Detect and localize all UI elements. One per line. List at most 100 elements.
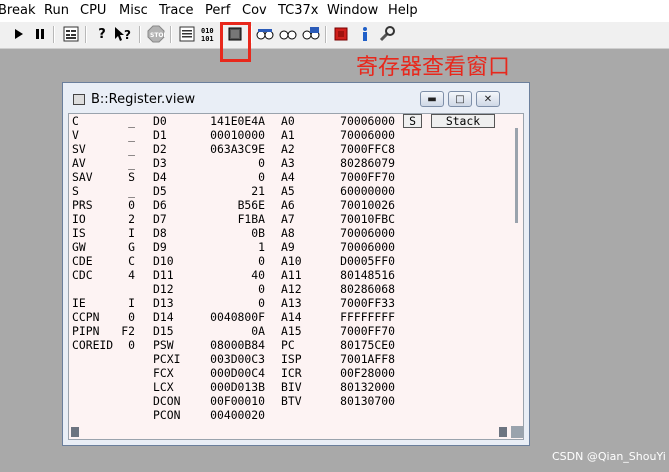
flag-name[interactable]: GW [72,240,86,254]
address-register-value[interactable]: 80286068 [325,282,395,296]
flag-value[interactable]: _ [99,142,135,156]
flag-name[interactable]: C [72,114,79,128]
flag-value[interactable]: I [99,296,135,310]
menu-tc37x[interactable]: TC37x [278,3,319,18]
stop-icon[interactable]: STOP [147,25,165,43]
address-register-name[interactable]: A12 [281,282,302,296]
menu-cpu[interactable]: CPU [80,3,106,18]
data-register-value[interactable]: 0 [195,156,265,170]
address-register-value[interactable]: 60000000 [325,184,395,198]
flag-value[interactable]: _ [99,128,135,142]
data-register-value[interactable]: 141E0E4A [195,114,265,128]
flag-value[interactable]: 4 [99,268,135,282]
data-register-name[interactable]: PSW [153,338,174,352]
address-register-value[interactable]: 80175CE0 [325,338,395,352]
address-register-name[interactable]: A13 [281,296,302,310]
data-register-name[interactable]: D6 [153,198,167,212]
data-register-name[interactable]: LCX [153,380,174,394]
go-icon[interactable] [10,25,28,43]
scroll-right-icon[interactable] [499,427,507,437]
address-register-value[interactable]: 7000FF70 [325,170,395,184]
flag-value[interactable]: 0 [99,338,135,352]
flag-name[interactable]: IS [72,226,86,240]
view-stack-icon[interactable] [256,25,274,43]
address-register-name[interactable]: A9 [281,240,295,254]
data-register-value[interactable]: 063A3C9E [195,142,265,156]
address-register-name[interactable]: PC [281,338,295,352]
data-register-name[interactable]: D2 [153,142,167,156]
data-register-name[interactable]: D13 [153,296,174,310]
data-register-name[interactable]: D1 [153,128,167,142]
address-register-value[interactable]: 7000FF70 [325,324,395,338]
address-register-name[interactable]: ICR [281,366,302,380]
data-register-value[interactable]: 21 [195,184,265,198]
flag-name[interactable]: S [72,184,79,198]
address-register-name[interactable]: A11 [281,268,302,282]
window-titlebar[interactable]: B::Register.view ▬ □ ✕ [63,83,529,113]
flag-value[interactable]: _ [99,184,135,198]
address-register-name[interactable]: A14 [281,310,302,324]
menu-window[interactable]: Window [327,3,378,18]
menu-trace[interactable]: Trace [159,3,194,18]
data-register-name[interactable]: D7 [153,212,167,226]
data-register-name[interactable]: D14 [153,310,174,324]
menu-help[interactable]: Help [388,3,418,18]
flag-name[interactable]: IE [72,296,86,310]
address-register-name[interactable]: A15 [281,324,302,338]
data-register-value[interactable]: 00010000 [195,128,265,142]
data-register-name[interactable]: PCON [153,408,180,422]
address-register-value[interactable]: 70006000 [325,240,395,254]
address-register-value[interactable]: 80286079 [325,156,395,170]
address-register-value[interactable]: 80132000 [325,380,395,394]
address-register-value[interactable]: 70010026 [325,198,395,212]
menu-perf[interactable]: Perf [205,3,230,18]
data-register-name[interactable]: D5 [153,184,167,198]
address-register-value[interactable]: 7000FFC8 [325,142,395,156]
address-register-name[interactable]: A8 [281,226,295,240]
address-register-value[interactable]: 70006000 [325,226,395,240]
address-register-name[interactable]: BTV [281,394,302,408]
address-register-value[interactable]: 7001AFF8 [325,352,395,366]
address-register-value[interactable]: 00F28000 [325,366,395,380]
data-register-name[interactable]: D10 [153,254,174,268]
address-register-name[interactable]: A1 [281,128,295,142]
address-register-name[interactable]: A7 [281,212,295,226]
maximize-button[interactable]: □ [448,91,472,107]
data-register-value[interactable]: 0 [195,296,265,310]
address-register-name[interactable]: A6 [281,198,295,212]
data-register-value[interactable]: 0 [195,254,265,268]
data-register-value[interactable]: 000D00C4 [195,366,265,380]
data-register-value[interactable]: 0 [195,282,265,296]
flag-value[interactable]: G [99,240,135,254]
vertical-scrollbar[interactable] [511,128,521,425]
flag-name[interactable]: AV [72,156,86,170]
flag-value[interactable]: 0 [99,310,135,324]
help-icon[interactable]: ? [93,25,111,43]
close-button[interactable]: ✕ [476,91,500,107]
address-register-value[interactable]: 80130700 [325,394,395,408]
flag-name[interactable]: CDE [72,254,93,268]
menu-break[interactable]: Break [0,3,35,18]
flag-value[interactable]: F2 [99,324,135,338]
info-icon[interactable] [356,25,374,43]
data-register-name[interactable]: PCXI [153,352,180,366]
minimize-button[interactable]: ▬ [420,91,444,107]
address-register-value[interactable]: 7000FF33 [325,296,395,310]
flag-value[interactable]: 2 [99,212,135,226]
flag-name[interactable]: CDC [72,268,93,282]
data-register-value[interactable]: F1BA [195,212,265,226]
address-register-value[interactable]: 70006000 [325,114,395,128]
data-register-name[interactable]: D15 [153,324,174,338]
data-register-value[interactable]: 0040800F [195,310,265,324]
data-register-value[interactable]: B56E [195,198,265,212]
listing-icon[interactable] [178,25,196,43]
address-register-value[interactable]: 80148516 [325,268,395,282]
address-register-name[interactable]: ISP [281,352,302,366]
data-register-name[interactable]: D0 [153,114,167,128]
data-register-value[interactable]: 0B [195,226,265,240]
flag-name[interactable]: SV [72,142,86,156]
data-register-name[interactable]: DCON [153,394,180,408]
flag-name[interactable]: V [72,128,79,142]
flag-name[interactable]: SAV [72,170,93,184]
address-register-value[interactable]: D0005FF0 [325,254,395,268]
